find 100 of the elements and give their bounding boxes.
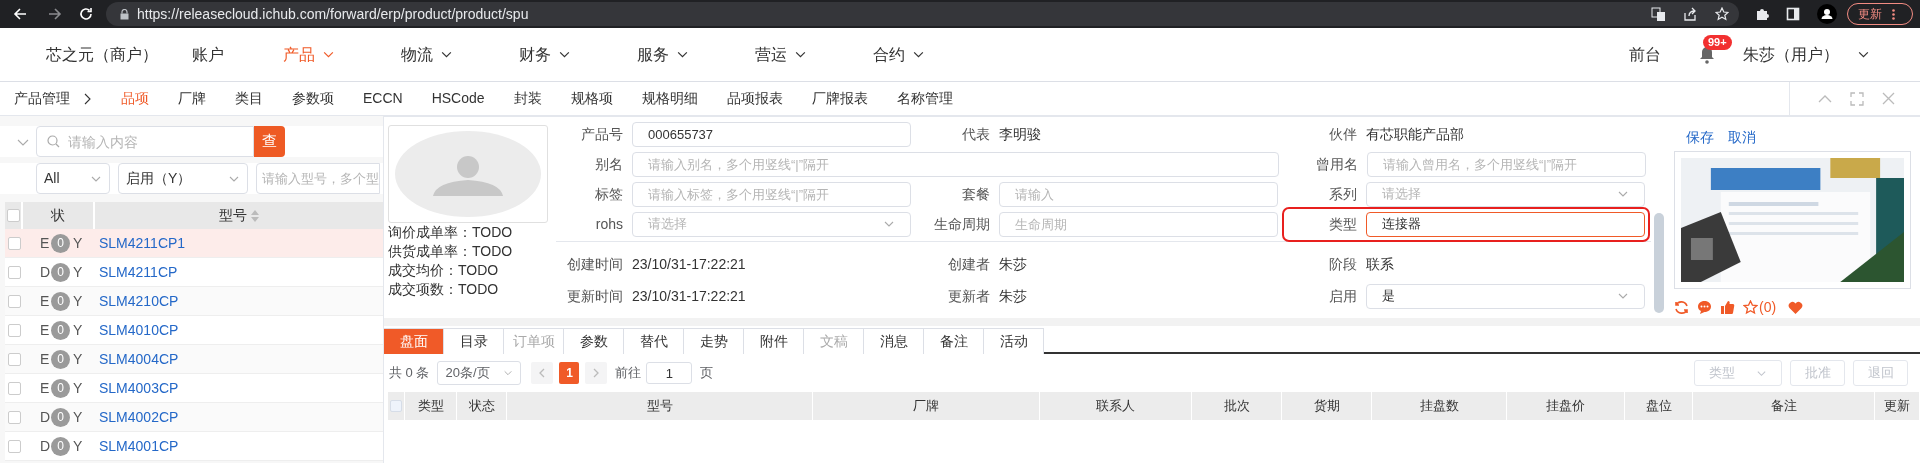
field-value: 有芯职能产品部 <box>1366 125 1464 142</box>
checkbox[interactable] <box>8 294 21 308</box>
fullscreen-icon[interactable] <box>1850 91 1864 106</box>
action-link[interactable]: 取消 <box>1728 126 1756 148</box>
reload-icon[interactable] <box>79 7 93 21</box>
bell-icon[interactable] <box>1699 45 1715 64</box>
model-link[interactable]: SLM4010CP <box>99 319 179 341</box>
tab[interactable]: 参数 <box>564 328 624 354</box>
collapse-icon[interactable] <box>1818 94 1832 103</box>
thumbs-up-icon[interactable] <box>1720 300 1735 315</box>
tab[interactable]: 消息 <box>864 328 924 354</box>
column-header[interactable]: 型号 <box>95 202 383 229</box>
input-field[interactable]: 000655737 <box>632 121 911 147</box>
star-icon[interactable] <box>1743 300 1758 315</box>
subnav-tab[interactable]: 封装 <box>513 88 542 109</box>
input-field[interactable]: 请输入标签，多个用竖线“|”隔开 <box>632 181 911 207</box>
scrollbar-thumb[interactable] <box>1654 213 1664 313</box>
subnav-tab[interactable]: 规格明细 <box>641 88 698 109</box>
nav-menu-item[interactable]: 合约 <box>873 28 991 81</box>
nav-menu-item[interactable]: 物流 <box>401 28 519 81</box>
checkbox[interactable] <box>8 323 21 337</box>
list-row[interactable]: D 0 Y SLM4001CP <box>5 432 383 461</box>
subnav-tab[interactable]: 厂牌 <box>178 88 206 109</box>
nav-menu-item[interactable]: 产品 <box>283 28 401 81</box>
model-link[interactable]: SLM4004CP <box>99 348 179 370</box>
tab[interactable]: 替代 <box>624 328 684 354</box>
heart-icon[interactable] <box>1788 300 1804 315</box>
model-link[interactable]: SLM4001CP <box>99 435 179 457</box>
model-link[interactable]: SLM4003CP <box>99 377 179 399</box>
subnav-tab[interactable]: 品项 <box>121 88 149 109</box>
subnav-tab[interactable]: 厂牌报表 <box>811 88 868 109</box>
profile-icon[interactable] <box>1817 4 1837 24</box>
comment-icon[interactable] <box>1697 300 1712 315</box>
subnav-tab[interactable]: 规格项 <box>570 88 613 109</box>
flag-letter: Y <box>73 262 84 282</box>
close-icon[interactable] <box>1882 92 1895 105</box>
checkbox[interactable] <box>8 265 21 279</box>
input-field[interactable]: 请输入别名，多个用竖线“|”隔开 <box>632 151 1279 177</box>
puzzle-icon[interactable] <box>1755 7 1769 21</box>
field-label: 阶段 <box>1328 254 1357 274</box>
checkbox[interactable] <box>8 439 21 453</box>
user-menu[interactable]: 朱莎（用户） <box>1743 42 1870 67</box>
forward-arrow-icon[interactable] <box>48 7 62 21</box>
select-field[interactable]: 启用（Y） <box>118 163 248 194</box>
total-count: 共 0 条 <box>389 364 430 383</box>
list-row[interactable]: D 0 Y SLM4211CP <box>5 258 383 287</box>
tab[interactable]: 备注 <box>924 328 984 354</box>
list-row[interactable]: E 0 Y SLM4003CP <box>5 374 383 403</box>
select-field[interactable]: All <box>36 163 110 194</box>
nav-menu-item[interactable]: 财务 <box>519 28 637 81</box>
list-row[interactable]: E 0 Y SLM4010CP <box>5 316 383 345</box>
input-field[interactable]: 请输入曾用名，多个用竖线“|”隔开 <box>1367 151 1646 177</box>
translate-icon[interactable] <box>1651 7 1665 21</box>
next-page-button[interactable] <box>585 362 608 384</box>
checkbox[interactable] <box>8 381 21 395</box>
breadcrumb-root[interactable]: 产品管理 <box>14 88 70 109</box>
goto-label: 前往 <box>615 364 642 383</box>
lock-icon[interactable] <box>120 8 129 20</box>
action-link[interactable]: 保存 <box>1686 126 1714 148</box>
search-icon <box>47 135 60 148</box>
address-bar[interactable]: https://releasecloud.ichub.com/forward/erp/product/product/spu <box>106 2 1739 26</box>
page-input[interactable]: 1 <box>646 362 693 384</box>
prev-page-button[interactable] <box>531 362 554 384</box>
share-icon[interactable] <box>1683 7 1697 21</box>
nav-menu-item[interactable]: 服务 <box>637 28 755 81</box>
checkbox[interactable] <box>8 236 21 250</box>
input-field[interactable]: 请输入型号，多个型 <box>256 163 380 194</box>
select-field[interactable]: 是 <box>1366 283 1645 309</box>
tab[interactable]: 走势 <box>684 328 744 354</box>
list-row[interactable]: E 0 Y SLM4211CP1 <box>5 229 383 258</box>
tab[interactable]: 活动 <box>984 328 1044 354</box>
checkbox[interactable] <box>8 352 21 366</box>
nav-menu-item[interactable]: 账户 <box>192 28 283 81</box>
subnav-tab[interactable]: ECCN <box>363 88 403 109</box>
search-field[interactable]: 请输入内容 <box>36 126 254 157</box>
refresh-icon[interactable] <box>1674 300 1689 315</box>
checkbox[interactable] <box>6 209 20 222</box>
input-field[interactable]: 连接器 <box>1366 211 1645 237</box>
tab[interactable]: 目录 <box>444 328 504 354</box>
input-field[interactable]: 生命周期 <box>999 211 1278 237</box>
front-desk-link[interactable]: 前台 <box>1629 42 1691 67</box>
input-field[interactable]: 请输入 <box>999 181 1278 207</box>
model-link[interactable]: SLM4002CP <box>99 406 179 428</box>
subnav-tab[interactable]: 类目 <box>235 88 263 109</box>
subnav-tab[interactable]: HSCode <box>431 88 485 109</box>
page-size-select[interactable]: 20条/页 <box>437 361 522 385</box>
model-link[interactable]: SLM4211CP1 <box>99 232 186 254</box>
subnav-tab[interactable]: 参数项 <box>292 88 334 109</box>
subnav-tab[interactable]: 名称管理 <box>896 88 953 109</box>
field-label: 代表 <box>961 124 990 144</box>
model-link[interactable]: SLM4211CP <box>99 261 178 283</box>
back-arrow-icon[interactable] <box>13 7 27 21</box>
sidebar-icon[interactable] <box>1786 7 1800 21</box>
checkbox[interactable] <box>390 400 402 412</box>
column-header: 厂牌 <box>813 392 1040 420</box>
model-link[interactable]: SLM4210CP <box>99 290 179 312</box>
tab[interactable]: 附件 <box>744 328 804 354</box>
nav-menu-item[interactable]: 营运 <box>755 28 873 81</box>
checkbox[interactable] <box>8 410 21 424</box>
subnav-tab[interactable]: 品项报表 <box>726 88 783 109</box>
